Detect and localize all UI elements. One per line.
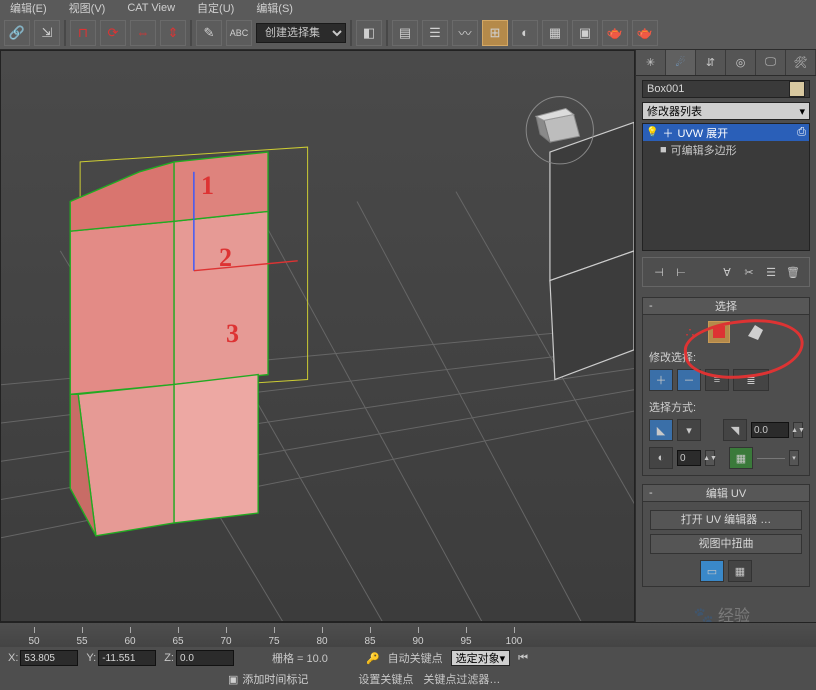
ignore-backfacing-button[interactable]: ◥ [723,419,747,441]
matid-sel-button[interactable]: ▦ [729,447,753,469]
autokey-button[interactable]: 自动关键点 [388,650,443,666]
pin-icon[interactable]: ⎙ [797,126,806,139]
z-coord-field[interactable]: 0.0 [176,650,234,666]
tab-motion[interactable]: ◎ [726,50,756,75]
edit-named-button[interactable]: ABC [226,20,252,46]
expand-icon[interactable]: ＋ [662,125,673,141]
y-coord-field[interactable]: -11.551 [98,650,156,666]
pin-stack-button[interactable]: ⊣ [651,264,667,280]
material-editor-button[interactable]: ◐ [512,20,538,46]
rollout-edit-uv: -编辑 UV 打开 UV 编辑器 … 视图中扭曲 ▭ ▦ [642,484,810,587]
modify-selection-label: 修改选择: [649,349,803,365]
menu-catview[interactable]: CAT View [127,2,175,14]
ring-sel-button[interactable]: ≡ [705,369,729,391]
face-subobj-button[interactable] [708,321,730,343]
add-time-tag-button[interactable]: 添加时间标记 [242,671,308,687]
quick-box-button[interactable]: ▦ [728,560,752,582]
layers-button[interactable]: ☰ [422,20,448,46]
anno-2: 2 [219,243,232,273]
key-filters-dropdown[interactable]: 选定对象 ▾ [451,650,511,666]
align-button[interactable]: ▤ [392,20,418,46]
mirror-button[interactable]: ◧ [356,20,382,46]
quick-planar-button[interactable]: ▭ [700,560,724,582]
rollout-select-header[interactable]: -选择 [642,297,810,315]
spinner3-icon[interactable]: ▾ [789,450,799,466]
spinner-up-icon[interactable]: ▲▼ [793,422,803,438]
tab-modify[interactable]: ☄ [666,50,696,75]
stack-item-editable-poly[interactable]: ■ 可编辑多边形 [643,141,809,158]
menu-view[interactable]: 视图(V) [69,0,106,16]
perspective-viewport[interactable]: 1 2 3 [0,50,635,622]
main-toolbar: 🔗 ⇲ ⊓ ⟳ ⇔ ⇕ ✎ ABC 创建选择集 ◧ ▤ ☰ 〰 ⊞ ◐ ▦ ▣ … [0,16,816,50]
menu-script[interactable]: 编辑(S) [256,0,293,16]
prev-key-button[interactable]: ⏮ [518,652,528,665]
remove-modifier-button[interactable]: ✂ [741,264,757,280]
select-by-label: 选择方式: [649,399,803,415]
unlink-button[interactable]: ⇲ [34,20,60,46]
object-name-field[interactable]: Box001 [642,80,810,98]
planar-angle-button[interactable]: ◣ [649,419,673,441]
make-unique-button[interactable]: ∀ [719,264,735,280]
command-panel-tabs: ✳ ☄ ⇵ ◎ 🖵 🛠 [636,50,816,76]
x-coord-field[interactable]: 53.805 [20,650,78,666]
loop-sel-button[interactable]: ≣ [733,369,769,391]
modifier-stack-tools: ⊣ ⊢ ∀ ✂ ☰ 🗑 [642,257,810,287]
time-ruler[interactable]: 50 55 60 65 70 75 80 85 90 95 100 [0,623,816,647]
render-setup-button[interactable]: ▦ [542,20,568,46]
stack-item-uvw-unwrap[interactable]: 💡 ＋ UVW 展开 ⎙ [643,124,809,141]
edit-selset-button[interactable]: ✎ [196,20,222,46]
anno-3: 3 [226,319,239,349]
open-uv-editor-button[interactable]: 打开 UV 编辑器 … [650,510,802,530]
render-iterative-button[interactable]: 🫖 [632,20,658,46]
spinner-snap-button[interactable]: ⇕ [160,20,186,46]
modifier-stack[interactable]: 💡 ＋ UVW 展开 ⎙ ■ 可编辑多边形 [642,123,810,251]
box-icon: ■ [660,144,667,156]
tab-display[interactable]: 🖵 [756,50,786,75]
command-panel: ✳ ☄ ⇵ ◎ 🖵 🛠 Box001 修改器列表▾ 💡 ＋ UVW 展开 ⎙ ■ [635,50,816,622]
trash-icon[interactable]: 🗑 [785,264,801,280]
rollout-edit-uv-header[interactable]: -编辑 UV [642,484,810,502]
menu-customize[interactable]: 自定(U) [197,0,234,16]
menu-bar: 编辑(E) 视图(V) CAT View 自定(U) 编辑(S) [0,0,816,16]
point-to-point-button[interactable]: ◐ [649,447,673,469]
lightbulb-icon[interactable]: 💡 [646,127,658,138]
render-frame-button[interactable]: ▣ [572,20,598,46]
select-link-button[interactable]: 🔗 [4,20,30,46]
planar-dropdown-button[interactable]: ▾ [677,419,701,441]
bottom-bar: 50 55 60 65 70 75 80 85 90 95 100 X:53.8… [0,622,816,690]
anno-1: 1 [201,171,214,201]
snap-toggle-button[interactable]: ⊓ [70,20,96,46]
tab-create[interactable]: ✳ [636,50,666,75]
grid-readout: 栅格 = 10.0 [272,650,328,666]
angle-spinner[interactable]: 0.0 [751,422,789,438]
tweak-in-view-button[interactable]: 视图中扭曲 [650,534,802,554]
selection-set-dropdown[interactable]: 创建选择集 [256,23,346,43]
tab-hierarchy[interactable]: ⇵ [696,50,726,75]
vertex-subobj-button[interactable]: ∴ [686,324,695,341]
grow-sel-button[interactable]: ＋ [649,369,673,391]
time-tag-icon[interactable]: ▣ [228,673,238,686]
show-end-result-button[interactable]: ⊢ [673,264,689,280]
menu-edit[interactable]: 编辑(E) [10,0,47,16]
setkey-button[interactable]: 设置关键点 [358,671,413,687]
schematic-view-button[interactable]: ⊞ [482,20,508,46]
coord-status: X:53.805 Y:-11.551 Z:0.0 栅格 = 10.0 🔑 自动关… [0,647,816,669]
element-subobj-button[interactable] [744,321,766,343]
key-icon[interactable]: 🔑 [366,652,380,665]
modifier-list-dropdown[interactable]: 修改器列表▾ [642,102,810,120]
tab-utilities[interactable]: 🛠 [786,50,816,75]
main-area: 1 2 3 ✳ ☄ ⇵ ◎ 🖵 🛠 Box001 修改器列表▾ 💡 ＋ UVW … [0,50,816,622]
key-filter-button[interactable]: 关键点过滤器… [423,671,500,687]
render-button[interactable]: 🫖 [602,20,628,46]
angle-snap-button[interactable]: ⟳ [100,20,126,46]
step-spinner[interactable]: 0 [677,450,701,466]
rollout-select: -选择 ∴ 修改选择: ＋ － ≡ ≣ 选择方式: ◣ ▾ [642,297,810,476]
object-color-swatch[interactable] [789,81,805,97]
shrink-sel-button[interactable]: － [677,369,701,391]
configure-sets-button[interactable]: ☰ [763,264,779,280]
curve-editor-button[interactable]: 〰 [452,20,478,46]
percent-snap-button[interactable]: ⇔ [130,20,156,46]
spinner2-icon[interactable]: ▲▼ [705,450,715,466]
